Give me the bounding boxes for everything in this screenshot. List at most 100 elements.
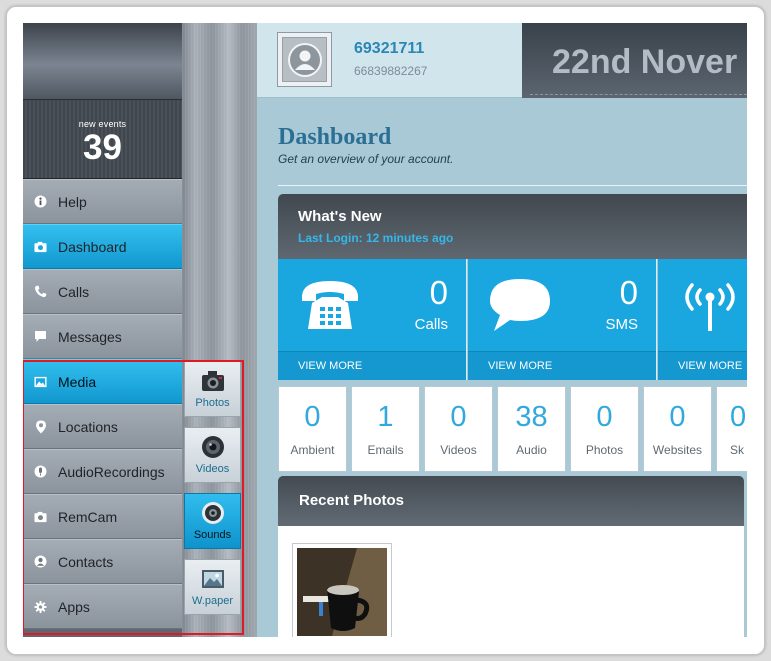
recent-photos-header: Recent Photos (278, 476, 744, 526)
sidebar-item-label: Locations (58, 419, 118, 435)
info-icon (34, 195, 47, 208)
submenu-item-wallpaper[interactable]: W.paper (184, 559, 241, 615)
view-more-link[interactable]: VIEW MORE (658, 351, 747, 380)
tile-label: Emails (367, 443, 404, 457)
stat-label: Calls (414, 316, 448, 333)
user-phone: 66839882267 (354, 64, 428, 78)
stat-label: SMS (605, 316, 638, 333)
tile-count: 0 (596, 401, 613, 433)
tile-count: 0 (304, 401, 321, 433)
sidebar-item-calls[interactable]: Calls (23, 269, 182, 314)
speaker-icon (201, 502, 224, 524)
tile-label: Audio (516, 443, 547, 457)
submenu-item-label: Sounds (193, 529, 232, 541)
image-icon (34, 375, 47, 388)
wallpaper-icon (201, 570, 224, 588)
antenna-icon (685, 283, 735, 331)
sidebar-item-dashboard[interactable]: Dashboard (23, 224, 182, 269)
sidebar-item-help[interactable]: Help (23, 179, 182, 224)
tile-count: 0 (730, 401, 747, 433)
tile-videos[interactable]: 0 Videos (424, 386, 493, 472)
sidebar-item-contacts[interactable]: Contacts (23, 539, 182, 584)
contact-icon (34, 555, 47, 568)
tile-label: Videos (440, 443, 477, 457)
tile-count: 38 (515, 401, 548, 433)
recent-photos-title: Recent Photos (299, 492, 405, 509)
sidebar-item-label: Contacts (58, 554, 114, 570)
recent-photos-body (278, 526, 744, 637)
view-more-link[interactable]: VIEW MORE (278, 351, 466, 380)
tile-photos[interactable]: 0 Photos (570, 386, 639, 472)
divider (278, 185, 747, 186)
new-events-counter[interactable]: new events 39 (23, 100, 182, 179)
sidebar-item-media[interactable]: Media (23, 359, 182, 404)
sidebar-item-label: Messages (58, 329, 122, 345)
date-banner: 22nd Nover (522, 23, 747, 98)
tile-label: Websites (652, 443, 703, 457)
page-title: Dashboard (278, 124, 392, 150)
stat-sms: 0 SMS VIEW MORE (468, 259, 657, 380)
sidebar-item-messages[interactable]: Messages (23, 314, 182, 359)
tile-count: 0 (669, 401, 686, 433)
sidebar-item-label: Calls (58, 284, 90, 300)
header-bar: 69321711 66839882267 22nd Nover (257, 23, 747, 98)
submenu-item-photos[interactable]: Photos (184, 361, 241, 417)
photo-thumbnail[interactable] (292, 543, 392, 637)
view-more-link[interactable]: VIEW MORE (468, 351, 656, 380)
tile-websites[interactable]: 0 Websites (643, 386, 712, 472)
submenu-item-sounds[interactable]: Sounds (184, 493, 241, 549)
tile-ambient[interactable]: 0 Ambient (278, 386, 347, 472)
submenu-item-label: Videos (195, 463, 230, 475)
sidebar-item-label: Media (58, 374, 97, 390)
camera-icon (34, 510, 47, 523)
logo-area (23, 23, 182, 100)
tile-label: Photos (585, 443, 624, 457)
page-subtitle: Get an overview of your account. (278, 152, 454, 166)
tile-count: 1 (377, 401, 394, 433)
tile-skype[interactable]: 0 Sk (716, 386, 747, 472)
whats-new-header: What's New Last Login: 12 minutes ago (278, 194, 747, 259)
mug-photo-icon (297, 548, 387, 636)
submenu-item-videos[interactable]: Videos (184, 427, 241, 483)
sidebar-item-label: Help (58, 194, 87, 210)
pin-icon (34, 420, 47, 433)
stat-calls: 0 Calls VIEW MORE (278, 259, 467, 380)
new-events-count: 39 (83, 128, 122, 167)
telephone-icon (302, 281, 358, 329)
speech-bubble-icon (490, 279, 550, 331)
tile-label: Sk (730, 443, 745, 457)
tile-count: 0 (450, 401, 467, 433)
tile-emails[interactable]: 1 Emails (351, 386, 420, 472)
lens-icon (201, 436, 224, 458)
sidebar-item-locations[interactable]: Locations (23, 404, 182, 449)
sidebar: new events 39 Help Dashboard Calls Messa… (23, 23, 182, 637)
date-divider (530, 94, 747, 95)
avatar[interactable] (277, 32, 332, 87)
submenu-item-label: W.paper (192, 595, 233, 607)
app-viewport: new events 39 Help Dashboard Calls Messa… (23, 23, 747, 637)
sidebar-item-apps[interactable]: Apps (23, 584, 182, 629)
sidebar-item-label: RemCam (58, 509, 118, 525)
sidebar-item-label: AudioRecordings (58, 464, 165, 480)
date-text: 22nd Nover (552, 43, 738, 81)
sidebar-item-remcam[interactable]: RemCam (23, 494, 182, 539)
last-login: Last Login: 12 minutes ago (298, 231, 454, 245)
main-content: 69321711 66839882267 22nd Nover Dashboar… (257, 23, 747, 637)
whats-new-title: What's New (298, 208, 382, 225)
user-id[interactable]: 69321711 (354, 40, 424, 58)
tile-label: Ambient (290, 443, 335, 457)
mic-icon (34, 465, 47, 478)
submenu-item-label: Photos (195, 397, 230, 409)
stat-count: 0 (429, 274, 448, 311)
sidebar-item-audiorecordings[interactable]: AudioRecordings (23, 449, 182, 494)
photo-image (297, 548, 387, 636)
phone-icon (34, 285, 47, 298)
camera-icon (201, 371, 224, 391)
message-icon (34, 330, 47, 343)
tile-audio[interactable]: 38 Audio (497, 386, 566, 472)
gear-icon (34, 600, 47, 613)
camera-icon (34, 240, 47, 253)
stat-location: VIEW MORE (658, 259, 747, 380)
sidebar-item-label: Dashboard (58, 239, 127, 255)
stat-count: 0 (619, 274, 638, 311)
